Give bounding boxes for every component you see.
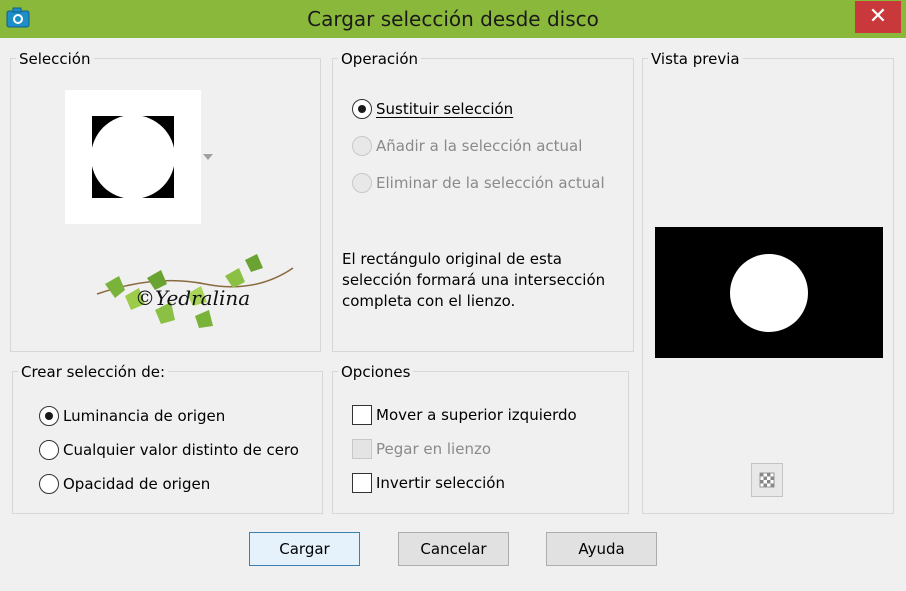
close-button[interactable]: ✕ (855, 1, 901, 33)
close-icon: ✕ (868, 4, 888, 29)
preview-group: Vista previa (642, 49, 894, 514)
dialog-client-area: Selección ©Yedralina Operación Sustituir… (0, 38, 906, 591)
operation-group-label: Operación (338, 49, 422, 69)
help-button[interactable]: Ayuda (546, 532, 657, 566)
watermark-text: ©Yedralina (135, 286, 251, 310)
checkbox-move-top-left-control[interactable] (352, 405, 372, 425)
radio-remove-from-selection-control[interactable] (352, 173, 372, 193)
cancel-button[interactable]: Cancelar (398, 532, 509, 566)
operation-group: Operación Sustituir selección Añadir a l… (332, 49, 634, 352)
dialog-window: Cargar selección desde disco ✕ Selección (0, 0, 906, 591)
radio-nonzero-value-control[interactable] (39, 440, 59, 460)
selection-group-label: Selección (16, 49, 94, 69)
radio-nonzero-value-label: Cualquier valor distinto de cero (63, 441, 299, 459)
radio-source-opacity-label: Opacidad de origen (63, 475, 211, 493)
checkbox-invert-selection-label: Invertir selección (376, 474, 505, 492)
dropdown-arrow-icon[interactable] (203, 154, 213, 162)
checkbox-move-top-left-label: Mover a superior izquierdo (376, 406, 577, 424)
checkbox-paste-on-canvas-label: Pegar en lienzo (376, 440, 492, 458)
preview-background-toggle[interactable] (751, 463, 783, 497)
preview-group-label: Vista previa (648, 49, 743, 69)
create-from-group-label: Crear selección de: (18, 362, 169, 382)
radio-source-opacity-control[interactable] (39, 474, 59, 494)
checkbox-paste-on-canvas-control[interactable] (352, 439, 372, 459)
preview-canvas (655, 227, 883, 358)
window-title: Cargar selección desde disco (307, 7, 599, 31)
radio-source-luminance-label: Luminancia de origen (63, 407, 226, 425)
operation-description: El rectángulo original de esta selección… (342, 250, 606, 310)
options-group-label: Opciones (338, 362, 414, 382)
radio-replace-selection-control[interactable] (352, 99, 372, 119)
selection-group: Selección ©Yedralina (10, 49, 321, 352)
selection-thumbnail-image (91, 115, 175, 199)
radio-remove-from-selection-label: Eliminar de la selección actual (376, 174, 605, 192)
radio-replace-selection-label: Sustituir selección (376, 100, 514, 118)
checkbox-invert-selection-control[interactable] (352, 473, 372, 493)
create-from-group: Crear selección de: Luminancia de origen… (12, 362, 323, 514)
radio-source-luminance-control[interactable] (39, 406, 59, 426)
radio-add-to-selection-control[interactable] (352, 136, 372, 156)
checkerboard-icon (759, 472, 775, 488)
preview-image (730, 254, 808, 332)
load-button[interactable]: Cargar (249, 532, 360, 566)
title-bar[interactable]: Cargar selección desde disco ✕ (0, 0, 906, 38)
radio-add-to-selection-label: Añadir a la selección actual (376, 137, 583, 155)
selection-thumbnail[interactable] (65, 90, 201, 224)
watermark-logo: ©Yedralina (95, 254, 295, 334)
options-group: Opciones Mover a superior izquierdo Pega… (332, 362, 629, 514)
